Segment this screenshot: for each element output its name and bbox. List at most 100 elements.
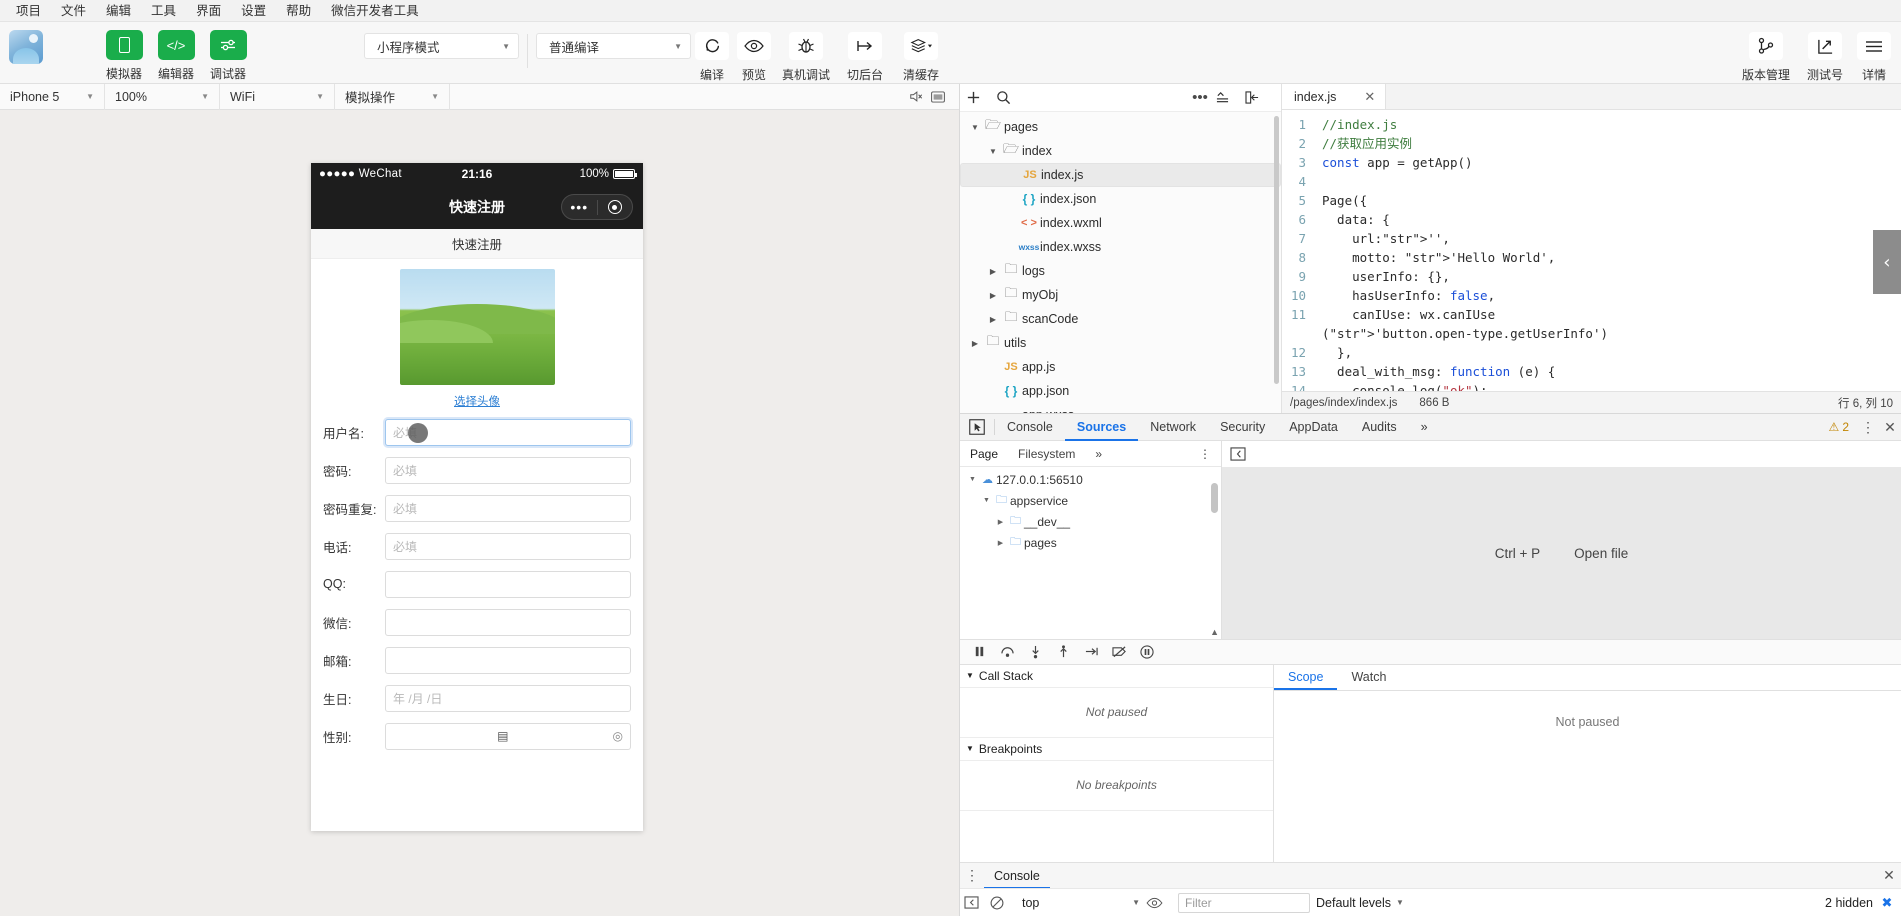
clear-console-icon[interactable] (990, 896, 1016, 910)
pause-icon[interactable] (966, 641, 992, 663)
devtools-tab-network[interactable]: Network (1138, 414, 1208, 441)
pause-on-exceptions-icon[interactable] (1134, 641, 1160, 663)
qq-input[interactable] (385, 570, 631, 598)
devtools-tab-sources[interactable]: Sources (1064, 414, 1139, 441)
file-tree-item[interactable]: { } app.json (960, 379, 1281, 403)
menu-item-devtools[interactable]: 微信开发者工具 (321, 0, 429, 22)
gender-input[interactable]: ▤ ◎ (385, 722, 631, 750)
add-file-icon[interactable] (966, 90, 996, 105)
console-filter-input[interactable]: Filter (1178, 892, 1310, 913)
show-navigator-icon[interactable] (1230, 447, 1246, 461)
file-tree-item[interactable]: wxssapp.wxss (960, 403, 1281, 413)
step-into-icon[interactable] (1022, 641, 1048, 663)
background-button[interactable]: 切后台 (837, 22, 893, 83)
console-levels-select[interactable]: Default levels ▼ (1316, 896, 1404, 910)
file-tree-item[interactable]: JS app.js (960, 355, 1281, 379)
compile-button[interactable]: 编译 (691, 22, 733, 83)
tree-twisty-icon[interactable]: ▶ (968, 339, 982, 348)
drawer-tab-console[interactable]: Console (984, 863, 1050, 889)
tree-twisty-icon[interactable]: ▼ (966, 476, 979, 483)
menu-item-help[interactable]: 帮助 (276, 0, 321, 22)
tree-twisty-icon[interactable]: ▶ (986, 291, 1000, 300)
simulate-action-select[interactable]: 模拟操作 ▼ (335, 83, 450, 110)
tree-twisty-icon[interactable]: ▶ (986, 267, 1000, 276)
test-account-button[interactable]: 测试号 (1797, 22, 1853, 83)
file-tree-item[interactable]: ▶ 🗀 myObj (960, 283, 1281, 307)
sources-tree-item[interactable]: ▶ 🗀 __dev__ (960, 511, 1221, 532)
capsule-button[interactable]: ••• (561, 194, 633, 220)
sources-tree-item[interactable]: ▼ ☁ 127.0.0.1:56510 (960, 469, 1221, 490)
breakpoints-header[interactable]: ▼ Breakpoints (960, 738, 1273, 761)
deactivate-breakpoints-icon[interactable] (1106, 641, 1132, 663)
devtools-close-icon[interactable]: ✕ (1879, 419, 1901, 436)
sources-tree-item[interactable]: ▼ 🗀 appservice (960, 490, 1221, 511)
screenshot-icon[interactable] (931, 90, 953, 103)
menu-item-tools[interactable]: 工具 (141, 0, 186, 22)
file-tree-item[interactable]: ▶ 🗀 utils (960, 331, 1281, 355)
mode-select[interactable]: 小程序模式 ▼ (364, 33, 519, 59)
simulator-button[interactable]: 模拟器 (98, 22, 150, 82)
sources-tab-filesystem[interactable]: Filesystem (1008, 447, 1085, 461)
scope-tab[interactable]: Scope (1274, 664, 1338, 690)
console-hidden-clear-icon[interactable]: ✖ (1877, 895, 1897, 911)
file-tree-item[interactable]: JS index.js (960, 163, 1281, 187)
sources-tree-scrollbar[interactable] (1211, 483, 1218, 513)
step-icon[interactable] (1078, 641, 1104, 663)
mute-icon[interactable] (909, 90, 931, 103)
devtools-tab-security[interactable]: Security (1208, 414, 1277, 441)
console-context-select[interactable]: top ▼ (1016, 896, 1146, 910)
network-select[interactable]: WiFi ▼ (220, 83, 335, 110)
sources-tab-page[interactable]: Page (960, 447, 1008, 461)
debugger-button[interactable]: 调试器 (202, 22, 254, 82)
email-input[interactable] (385, 646, 631, 674)
devtools-tab-console[interactable]: Console (995, 414, 1065, 441)
drawer-menu-icon[interactable]: ⋮ (960, 867, 984, 884)
sources-nav-menu-icon[interactable]: ⋮ (1189, 447, 1221, 461)
tree-twisty-icon[interactable]: ▶ (994, 539, 1007, 547)
password-repeat-input[interactable]: 必填 (385, 494, 631, 522)
close-target-icon[interactable] (598, 200, 633, 214)
file-tree-item[interactable]: ▶ 🗀 scanCode (960, 307, 1281, 331)
wechat-input[interactable] (385, 608, 631, 636)
file-tree-item[interactable]: wxss index.wxss (960, 235, 1281, 259)
clear-cache-button[interactable]: 清缓存 (893, 22, 949, 83)
menu-item-settings[interactable]: 设置 (231, 0, 276, 22)
code-body[interactable]: 123456789101112131415 //index.js//获取应用实例… (1282, 110, 1901, 391)
devtools-tabs-more[interactable]: » (1409, 414, 1440, 441)
close-icon[interactable]: ✕ (1364, 89, 1375, 105)
warning-badge[interactable]: ⚠ 2 (1829, 420, 1857, 434)
tree-twisty-icon[interactable]: ▶ (986, 315, 1000, 324)
tree-twisty-icon[interactable]: ▶ (994, 518, 1007, 526)
menu-item-edit[interactable]: 编辑 (96, 0, 141, 22)
devtools-menu-icon[interactable]: ⋮ (1857, 419, 1879, 436)
file-tree-item[interactable]: { } index.json (960, 187, 1281, 211)
editor-tab-index-js[interactable]: index.js ✕ (1282, 84, 1387, 109)
username-input[interactable]: 必填 (385, 418, 631, 446)
file-tree-scrollbar[interactable] (1274, 116, 1279, 384)
watch-tab[interactable]: Watch (1337, 664, 1400, 690)
menu-item-file[interactable]: 文件 (51, 0, 96, 22)
version-control-button[interactable]: 版本管理 (1735, 22, 1797, 83)
compile-select[interactable]: 普通编译 ▼ (536, 33, 691, 59)
file-tree-item[interactable]: < > index.wxml (960, 211, 1281, 235)
editor-button[interactable]: </> 编辑器 (150, 22, 202, 82)
birthday-input[interactable]: 年 /月 /日 (385, 684, 631, 712)
tree-twisty-icon[interactable]: ▼ (968, 123, 982, 132)
file-tree-item[interactable]: ▼ 🗁 pages (960, 115, 1281, 139)
tree-twisty-icon[interactable]: ▼ (986, 147, 1000, 156)
details-button[interactable]: 详情 (1853, 22, 1895, 83)
console-sidebar-icon[interactable] (964, 896, 990, 909)
file-tree-item[interactable]: ▶ 🗀 logs (960, 259, 1281, 283)
drawer-close-icon[interactable]: ✕ (1877, 867, 1901, 884)
pick-avatar-link[interactable]: 选择头像 (454, 393, 500, 409)
scroll-up-icon[interactable]: ▲ (1210, 627, 1219, 637)
step-out-icon[interactable] (1050, 641, 1076, 663)
preview-button[interactable]: 预览 (733, 22, 775, 83)
tree-twisty-icon[interactable]: ▼ (980, 497, 993, 504)
toggle-sidebar-icon[interactable] (1245, 91, 1275, 104)
menu-item-project[interactable]: 项目 (6, 0, 51, 22)
sources-tab-more[interactable]: » (1085, 447, 1112, 461)
phone-input[interactable]: 必填 (385, 532, 631, 560)
search-icon[interactable] (996, 90, 1026, 105)
menu-item-interface[interactable]: 界面 (186, 0, 231, 22)
